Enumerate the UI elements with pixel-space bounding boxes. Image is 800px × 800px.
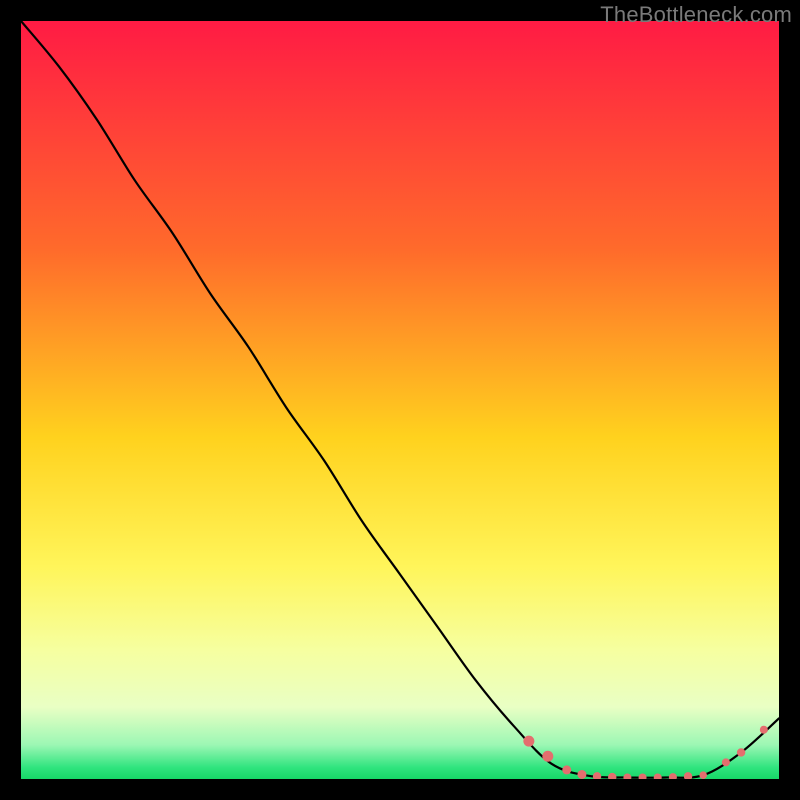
marker-dot xyxy=(699,771,707,779)
chart-stage: TheBottleneck.com xyxy=(0,0,800,800)
marker-dot xyxy=(608,773,616,781)
marker-dot xyxy=(722,758,730,766)
chart-svg xyxy=(0,0,800,800)
marker-dot xyxy=(654,773,662,781)
gradient-background xyxy=(21,21,779,779)
watermark-label: TheBottleneck.com xyxy=(600,2,792,28)
marker-dot xyxy=(562,765,571,774)
marker-dot xyxy=(542,751,553,762)
marker-dot xyxy=(737,748,745,756)
marker-dot xyxy=(639,773,647,781)
marker-dot xyxy=(684,772,692,780)
marker-dot xyxy=(669,773,677,781)
marker-dot xyxy=(577,770,586,779)
marker-dot xyxy=(523,736,534,747)
marker-dot xyxy=(623,773,631,781)
marker-dot xyxy=(593,772,601,780)
marker-dot xyxy=(760,726,768,734)
